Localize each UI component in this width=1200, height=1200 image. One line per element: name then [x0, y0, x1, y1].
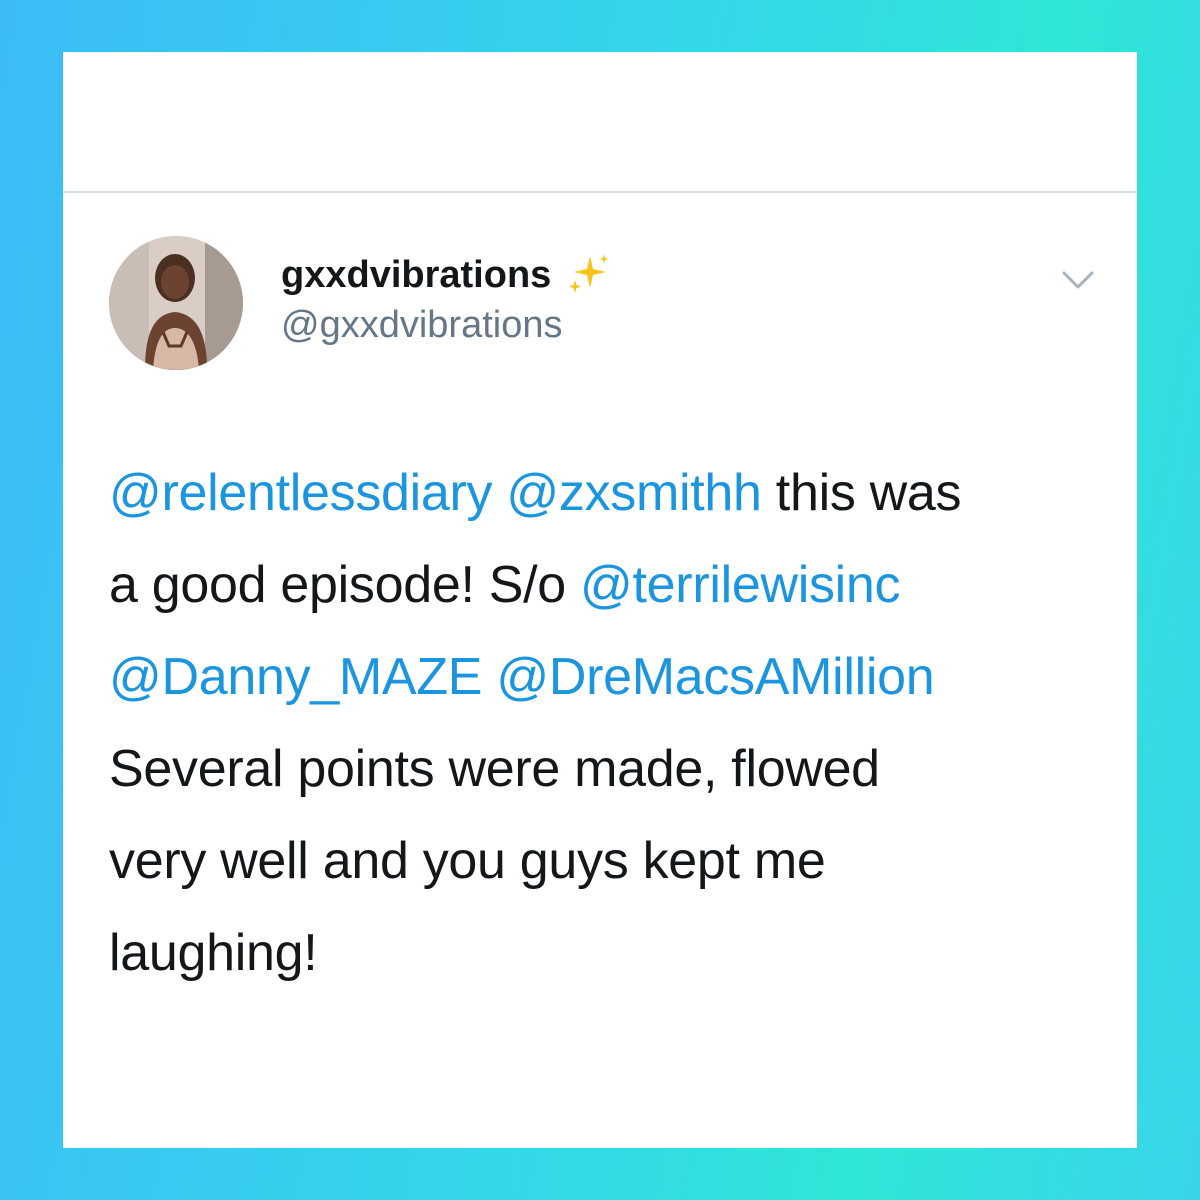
tweet-card: gxxdvibrations @gxxdvibrations @relentle…: [63, 52, 1137, 1148]
avatar[interactable]: [109, 236, 243, 370]
mention-link[interactable]: @relentlessdiary: [109, 464, 493, 522]
card-header-blank: [63, 52, 1137, 191]
gradient-background: gxxdvibrations @gxxdvibrations @relentle…: [0, 0, 1200, 1200]
tweet-line: @relentlessdiary @zxsmithh this was: [109, 447, 1109, 539]
mention-link[interactable]: @zxsmithh: [506, 464, 762, 522]
mention-link[interactable]: @terrilewisinc: [580, 556, 901, 614]
text-span: laughing!: [109, 924, 318, 982]
text-span: this was: [761, 464, 962, 522]
divider: [63, 191, 1137, 193]
text-span: a good episode! S/o: [109, 556, 581, 614]
chevron-down-icon[interactable]: [1058, 264, 1098, 294]
sparkles-icon: [569, 254, 610, 293]
tweet-line: Several points were made, flowed: [109, 723, 1109, 815]
author-display-name: gxxdvibrations: [281, 253, 552, 296]
text-span: [492, 464, 506, 522]
mention-link[interactable]: @DreMacsAMillion: [496, 648, 934, 706]
author-name[interactable]: gxxdvibrations: [281, 250, 613, 300]
text-span: very well and you guys kept me: [109, 832, 826, 890]
text-span: Several points were made, flowed: [109, 740, 880, 798]
author-handle[interactable]: @gxxdvibrations: [281, 304, 562, 347]
tweet-line: @Danny_MAZE @DreMacsAMillion: [109, 631, 1109, 723]
tweet-line: a good episode! S/o @terrilewisinc: [109, 539, 1109, 631]
tweet-text: @relentlessdiary @zxsmithh this was a go…: [109, 447, 1109, 999]
mention-link[interactable]: @Danny_MAZE: [109, 648, 482, 706]
tweet-line: very well and you guys kept me: [109, 815, 1109, 907]
avatar-photo: [109, 236, 243, 370]
tweet-line: laughing!: [109, 907, 1109, 999]
text-span: [482, 648, 496, 706]
